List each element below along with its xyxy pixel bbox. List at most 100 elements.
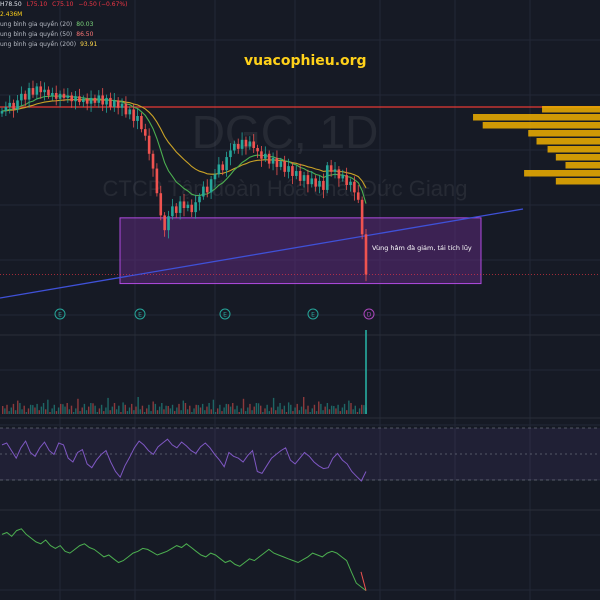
- volume-bar: [197, 405, 200, 414]
- indicator-label: ung bình gia quyền (50): [0, 31, 73, 38]
- ohlc-change: −0.50 (−0.67%): [78, 1, 128, 8]
- event-marker-label: E: [58, 312, 62, 319]
- candle-body: [333, 169, 337, 172]
- candle-body: [236, 143, 240, 149]
- volume-bar: [169, 408, 172, 414]
- candle-body: [147, 135, 151, 154]
- candle-body: [310, 178, 314, 185]
- volume-bar: [34, 407, 36, 414]
- candle-body: [337, 169, 341, 179]
- volume-bar: [212, 399, 215, 414]
- candle-body: [298, 171, 302, 181]
- candle-body: [171, 206, 174, 217]
- volume-bar: [229, 406, 232, 414]
- candle-body: [23, 93, 27, 100]
- volume-bar: [320, 403, 322, 414]
- candle-body: [264, 153, 267, 159]
- volume-bar: [21, 409, 23, 414]
- candle-body: [360, 199, 364, 235]
- candle-body: [186, 204, 190, 208]
- volume-bar-spike: [365, 330, 367, 414]
- volume-bar: [163, 409, 165, 414]
- volume-bar: [126, 411, 129, 414]
- candle-body: [178, 201, 182, 213]
- candle-body: [291, 166, 294, 176]
- legend: H78.50 L75.10 C75.10 −0.50 (−0.67%) 2.43…: [0, 0, 127, 50]
- candle-body: [124, 103, 128, 115]
- candle-body: [136, 116, 139, 121]
- volume-bar: [6, 404, 8, 414]
- volume-bar: [242, 398, 245, 414]
- candle-body: [279, 161, 283, 167]
- volume-bar: [8, 411, 10, 414]
- volume-bar: [227, 404, 230, 414]
- volume-bar: [17, 400, 19, 414]
- volume-bar: [328, 409, 331, 414]
- volume-bar: [83, 403, 86, 414]
- volume-bar: [139, 409, 141, 414]
- ohlc-high: H78.50: [0, 1, 22, 8]
- volume-bar: [191, 412, 193, 414]
- candle-body: [58, 93, 62, 99]
- volume-bar: [236, 405, 238, 414]
- volume-bar: [337, 404, 339, 414]
- volume-bar: [77, 398, 79, 414]
- candle-body: [233, 143, 236, 151]
- volume-bar: [92, 403, 94, 414]
- volume-bar: [79, 411, 81, 414]
- volume-bar: [221, 411, 223, 414]
- volume-bar: [60, 403, 62, 414]
- volume-bar: [10, 407, 12, 414]
- candle-body: [143, 129, 147, 136]
- volume-bar: [341, 407, 344, 414]
- candle-body: [89, 97, 93, 104]
- volume-bar: [313, 404, 316, 414]
- volume-bar: [51, 408, 53, 414]
- volume-bar: [107, 397, 109, 414]
- volume-bar: [161, 403, 163, 414]
- volume-bar: [279, 403, 281, 414]
- volume-bar: [352, 409, 354, 414]
- candle-body: [353, 181, 356, 193]
- candle-body: [163, 215, 166, 231]
- volume-bar: [38, 410, 40, 414]
- volume-bar: [204, 410, 206, 414]
- volume-bar: [182, 400, 184, 414]
- volume-bar: [152, 401, 154, 414]
- volume-bar: [180, 410, 182, 414]
- candle-body: [70, 95, 74, 102]
- volume-bar: [25, 412, 28, 414]
- candle-body: [31, 88, 35, 95]
- candle-body: [256, 148, 259, 152]
- volume-bar: [309, 412, 311, 414]
- volume-bar: [335, 408, 337, 414]
- volume-bar: [70, 405, 73, 414]
- volume-bar: [85, 410, 88, 414]
- candle-body: [78, 96, 81, 103]
- candle-body: [85, 98, 89, 104]
- volume-bar: [255, 403, 258, 414]
- candle-body: [155, 168, 159, 194]
- candle-body: [322, 180, 325, 190]
- candle-body: [205, 186, 209, 193]
- volume-bar: [189, 405, 191, 414]
- volume-bar: [90, 403, 92, 414]
- volume-bar: [137, 397, 139, 414]
- volume-bar: [128, 407, 131, 414]
- volume-profile-bar: [565, 162, 600, 169]
- volume-profile-bar: [555, 154, 600, 161]
- volume-bar: [270, 407, 273, 414]
- stock-chart[interactable]: DGC, 1DCTCP Tập đoàn Hóa chất Đức GiangV…: [0, 0, 600, 600]
- volume-bar: [300, 406, 303, 414]
- volume-bar: [292, 411, 294, 414]
- volume-bar: [94, 405, 96, 414]
- volume-bar: [199, 407, 202, 414]
- candle-body: [252, 141, 256, 149]
- candle-body: [27, 88, 31, 100]
- indicator-value: 93.91: [80, 41, 98, 48]
- volume-bar: [55, 411, 58, 414]
- volume-bar: [115, 409, 118, 414]
- volume-bar: [208, 403, 210, 414]
- candle-body: [287, 166, 290, 172]
- event-marker-label: E: [223, 312, 227, 319]
